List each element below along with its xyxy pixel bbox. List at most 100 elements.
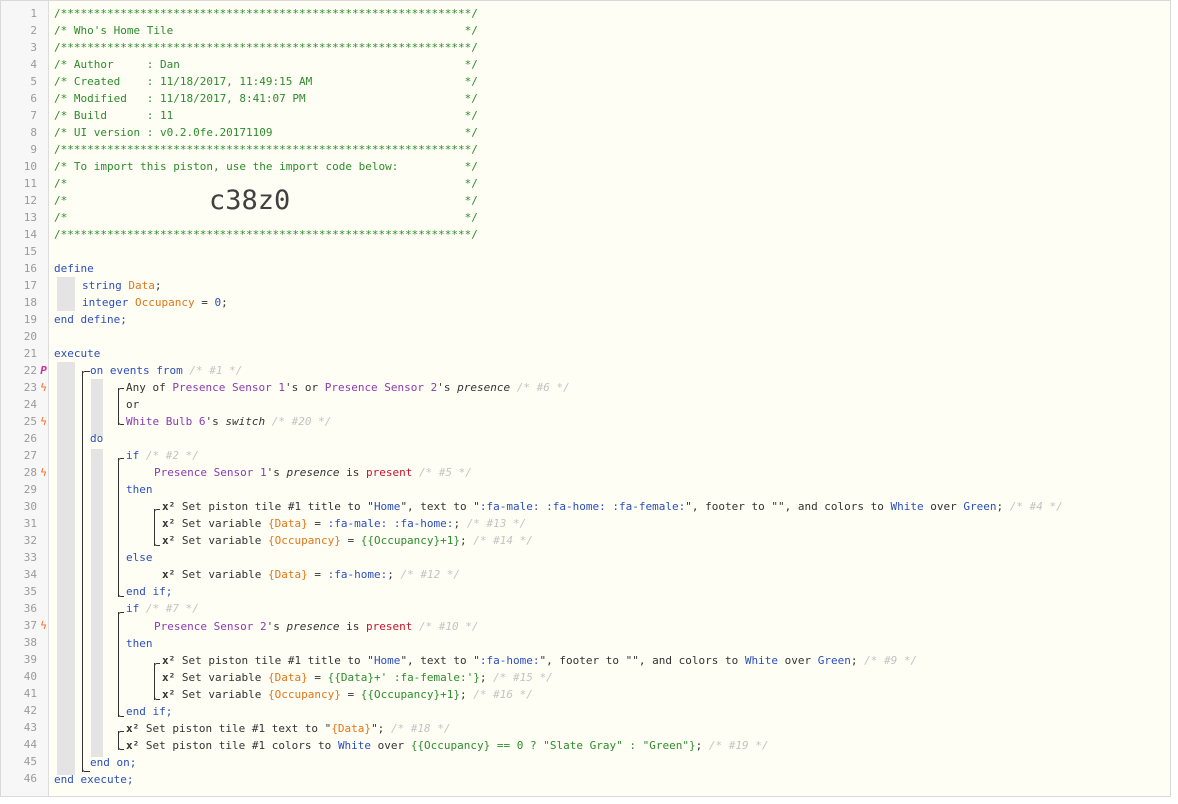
- code-line-37: Presence Sensor 2's presence is present …: [154, 618, 479, 635]
- statement-id: /* #14 */: [473, 534, 533, 547]
- variable-occupancy[interactable]: Occupancy: [135, 296, 195, 309]
- device-white-bulb-6[interactable]: White Bulb 6: [126, 415, 205, 428]
- code-line-26: do: [90, 432, 104, 445]
- header-comment-line: /* Who's Home Tile */: [54, 24, 478, 37]
- line-number: 6: [30, 92, 37, 105]
- text: =: [307, 568, 328, 581]
- line-number: 11: [23, 177, 37, 190]
- code-line-25: White Bulb 6's switch /* #20 */: [126, 413, 331, 430]
- code-line-30: x² Set piston tile #1 title to "Home", t…: [162, 498, 1063, 515]
- device-presence-sensor-2[interactable]: Presence Sensor 2: [154, 620, 267, 633]
- text: 's: [437, 381, 458, 394]
- text: ;: [460, 534, 467, 547]
- line-number: 9: [30, 143, 37, 156]
- variable-data[interactable]: {Data}: [268, 671, 308, 684]
- expression-icon: x²: [162, 500, 176, 513]
- device-presence-sensor-1[interactable]: Presence Sensor 1: [154, 466, 267, 479]
- variable-occupancy[interactable]: {Occupancy}: [268, 688, 341, 701]
- line-number: 27: [23, 449, 37, 462]
- color-value: Green: [817, 654, 851, 667]
- expression-icon: x²: [162, 568, 176, 581]
- line-number: 46: [23, 772, 37, 785]
- variable-data[interactable]: Data: [128, 279, 155, 292]
- if2-bracket-end: [118, 612, 124, 717]
- line-number: 14: [23, 228, 37, 241]
- line-number: 26: [23, 432, 37, 445]
- import-code[interactable]: c38z0: [209, 186, 290, 216]
- header-comment-line: /* Build : 11 */: [54, 109, 478, 122]
- text: ", footer to "", and colors to: [685, 500, 891, 513]
- line-number: 4: [30, 58, 37, 71]
- code-line-39: x² Set piston tile #1 title to "Home", t…: [162, 652, 917, 669]
- statement-id: /* #7 */: [145, 602, 199, 615]
- expression-icon: x²: [162, 534, 176, 547]
- text: =: [307, 671, 328, 684]
- text: is: [339, 466, 366, 479]
- header-comment-line: /***************************************…: [54, 143, 478, 156]
- then2-bracket-end: [154, 663, 160, 700]
- line-number: 18: [23, 296, 37, 309]
- string-value: :fa-home:: [327, 568, 388, 581]
- text: Set variable: [175, 688, 268, 701]
- type-keyword: integer: [82, 296, 129, 309]
- attribute: presence: [286, 620, 340, 633]
- number-value: 0: [214, 296, 222, 309]
- line-number: 38: [23, 636, 37, 649]
- text: over: [371, 739, 411, 752]
- code-line-21: execute: [54, 347, 101, 360]
- line-number-gutter: 1 2 3 4 5 6 7 8 9 10 11 12 13 14 15 16 17 18 19 20 21 22 23 24 2…: [1, 1, 49, 796]
- line-number: 3: [30, 41, 37, 54]
- line-number: 1: [30, 7, 37, 20]
- text: =: [340, 688, 361, 701]
- text: 's: [266, 466, 287, 479]
- line-number: 30: [23, 500, 37, 513]
- statement-id: /* #10 */: [418, 620, 479, 633]
- text: is: [339, 620, 366, 633]
- expression-value: {{Occupancy}+1}: [360, 688, 461, 701]
- attribute: presence: [457, 381, 511, 394]
- line-number: 31: [23, 517, 37, 530]
- code-line-45: end on;: [90, 756, 137, 769]
- code-line-27: if /* #2 */: [126, 447, 199, 464]
- text: =: [340, 534, 361, 547]
- line-number: 5: [30, 75, 37, 88]
- variable-data[interactable]: {Data}: [331, 722, 371, 735]
- expression-value: {{Occupancy}+1}: [360, 534, 461, 547]
- header-comment-line: /* To import this piston, use the import…: [54, 160, 478, 173]
- text: 's: [205, 415, 226, 428]
- text: ;: [479, 671, 487, 684]
- color-value: White: [337, 739, 372, 752]
- text: Set piston tile #1 title to ": [175, 654, 374, 667]
- code-line-41: x² Set variable {Occupancy} = {{Occupanc…: [162, 686, 533, 703]
- attribute: presence: [286, 466, 340, 479]
- text: Set piston tile #1 title to ": [175, 500, 374, 513]
- code-line-19: end define;: [54, 313, 127, 326]
- text: ;: [996, 500, 1004, 513]
- lightning-bolt-icon: ϟ: [40, 381, 47, 394]
- expression-icon: x²: [126, 722, 140, 735]
- header-comment-line: /* Modified : 11/18/2017, 8:41:07 PM */: [54, 92, 478, 105]
- line-number: 29: [23, 483, 37, 496]
- variable-data[interactable]: {Data}: [268, 517, 308, 530]
- device-presence-sensor-1[interactable]: Presence Sensor 1: [172, 381, 285, 394]
- line-number: 21: [23, 347, 37, 360]
- text: Set variable: [175, 568, 268, 581]
- variable-occupancy[interactable]: {Occupancy}: [268, 534, 341, 547]
- code-line-16: define: [54, 260, 94, 277]
- on-events-bracket-end: [82, 371, 90, 772]
- header-comment-line: /***************************************…: [54, 41, 478, 54]
- header-comment-line: /***************************************…: [54, 7, 478, 20]
- line-number: 19: [23, 313, 37, 326]
- text: Any of: [126, 381, 173, 394]
- indent-guide: [91, 379, 103, 437]
- text: Set piston tile #1 colors to: [139, 739, 338, 752]
- variable-data[interactable]: {Data}: [268, 568, 308, 581]
- text: ", text to ": [400, 500, 480, 513]
- statement-id: /* #16 */: [473, 688, 533, 701]
- device-presence-sensor-2[interactable]: Presence Sensor 2: [325, 381, 438, 394]
- line-number: 25: [23, 415, 37, 428]
- expression-icon: x²: [162, 688, 176, 701]
- expression-value: {{Data}+' :fa-female:'}: [327, 671, 480, 684]
- code-line-42: end if;: [126, 705, 173, 718]
- text: ", footer to "", and colors to: [539, 654, 745, 667]
